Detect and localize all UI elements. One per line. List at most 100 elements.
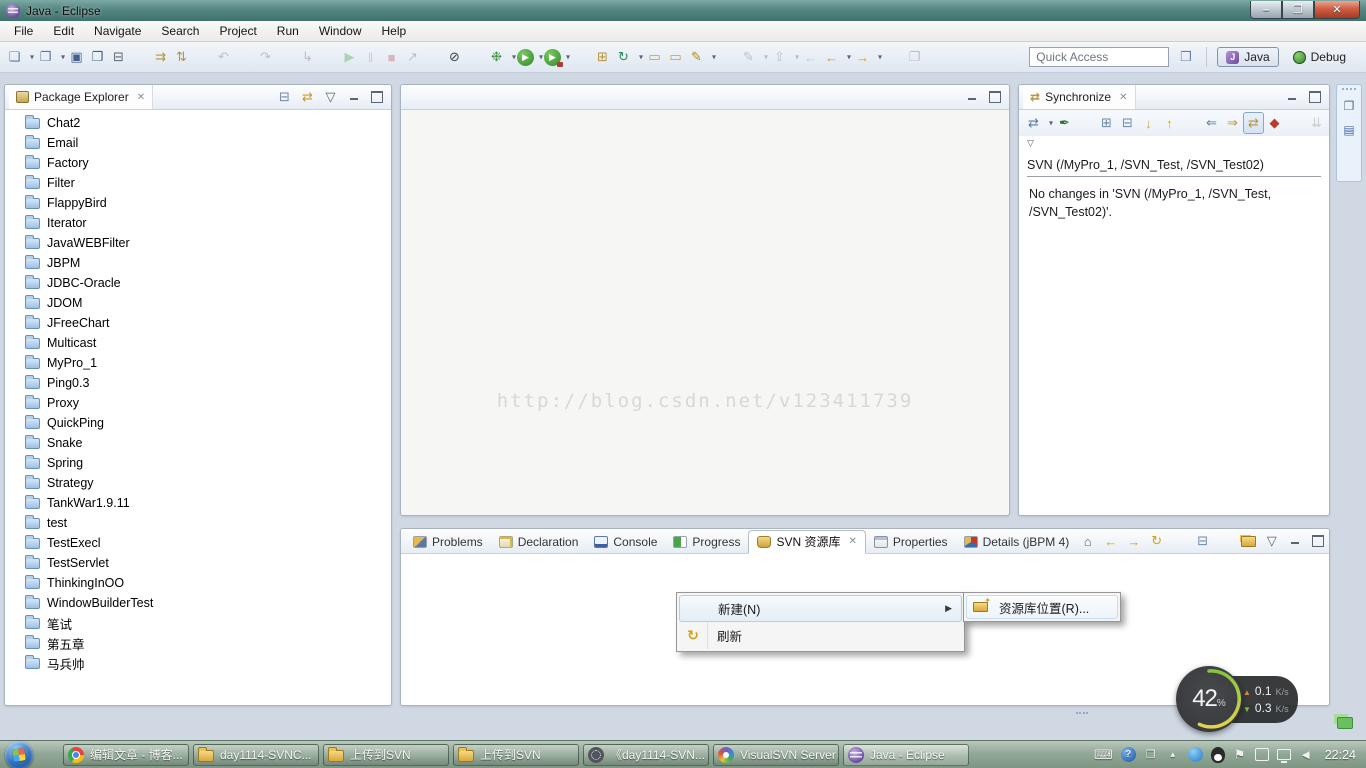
toolbar-icon[interactable] xyxy=(318,46,339,68)
toolbar-icon[interactable] xyxy=(129,46,150,68)
toolbar-icon[interactable]: ▭ xyxy=(665,46,686,68)
sync-toolbar-icon[interactable]: ✒ xyxy=(1054,112,1075,134)
menu-item[interactable]: Run xyxy=(267,22,309,40)
toolbar-icon[interactable]: ⊞ xyxy=(592,46,613,68)
menu-item[interactable]: Navigate xyxy=(84,22,151,40)
bottom-tab[interactable]: Details (jBPM 4)✕ xyxy=(956,530,1078,554)
toolbar-icon[interactable] xyxy=(423,46,444,68)
project-item[interactable]: JDBC-Oracle xyxy=(5,273,391,293)
toolbar-icon[interactable]: ← xyxy=(821,46,842,68)
project-item[interactable]: Proxy xyxy=(5,393,391,413)
project-item[interactable]: QuickPing xyxy=(5,413,391,433)
project-item[interactable]: TestExecl xyxy=(5,533,391,553)
toolbar-icon[interactable]: ■ xyxy=(381,46,402,68)
taskbar-button[interactable]: Java - Eclipse xyxy=(843,743,969,766)
project-item[interactable]: Factory xyxy=(5,153,391,173)
bottom-toolbar-icon[interactable]: → xyxy=(1123,530,1144,552)
toolbar-icon[interactable]: ▶ xyxy=(544,48,563,67)
sync-toolbar-icon[interactable]: ⊟ xyxy=(1117,112,1138,134)
toolbar-icon[interactable]: ↻ xyxy=(613,46,634,68)
toolbar-icon[interactable]: ❐ xyxy=(35,46,56,68)
quick-access-input[interactable] xyxy=(1029,47,1170,67)
project-item[interactable]: Snake xyxy=(5,433,391,453)
menu-item[interactable]: Project xyxy=(209,22,266,40)
bottom-tab[interactable]: Console✕ xyxy=(586,530,665,554)
toolbar-icon[interactable]: ↷ xyxy=(255,46,276,68)
editor-control-icon[interactable] xyxy=(984,86,1005,108)
project-item[interactable]: ThinkingInOO xyxy=(5,573,391,593)
view-toolbar-icon[interactable] xyxy=(366,86,387,108)
toolbar-icon[interactable]: ↗ xyxy=(402,46,423,68)
toolbar-icon[interactable]: ▶ xyxy=(517,48,534,66)
project-item[interactable]: TankWar1.9.11 xyxy=(5,493,391,513)
sync-toolbar-icon[interactable]: ↓ xyxy=(1138,112,1159,134)
toolbar-icon[interactable]: ❐ xyxy=(904,46,925,68)
toolbar-icon[interactable]: ⇉ xyxy=(150,46,171,68)
tray-icon[interactable]: ? xyxy=(1120,747,1136,762)
project-item[interactable]: test xyxy=(5,513,391,533)
view-toolbar-icon[interactable]: ▽ xyxy=(320,86,341,108)
bottom-tab[interactable]: Declaration✕ xyxy=(491,530,587,554)
menu-item[interactable]: Edit xyxy=(43,22,84,40)
taskbar-button[interactable]: 《day1114-SVN... xyxy=(583,743,709,766)
tray-icon[interactable]: ⌨ xyxy=(1094,746,1113,764)
open-perspective-icon[interactable]: ❒ xyxy=(1175,46,1196,68)
toolbar-icon[interactable]: ▣ xyxy=(66,46,87,68)
toolbar-icon[interactable]: ⊟ xyxy=(108,46,129,68)
sync-toolbar-icon[interactable]: ⇐ xyxy=(1201,112,1222,134)
tab-package-explorer[interactable]: Package Explorer ✕ xyxy=(9,85,154,109)
tray-icon[interactable] xyxy=(1254,748,1269,761)
tray-icon[interactable]: ◄ xyxy=(1299,746,1313,764)
project-item[interactable]: JBPM xyxy=(5,253,391,273)
toolbar-icon[interactable] xyxy=(276,46,297,68)
bottom-toolbar-icon[interactable] xyxy=(1215,530,1236,552)
tray-icon[interactable] xyxy=(1210,746,1225,763)
toolbar-icon[interactable]: ▶ xyxy=(339,46,360,68)
bottom-tab[interactable]: Properties✕ xyxy=(866,530,956,554)
toolbar-icon[interactable] xyxy=(234,46,255,68)
tray-icon[interactable] xyxy=(1276,749,1291,763)
toolbar-icon[interactable]: ✎ xyxy=(686,46,707,68)
memory-usage-gauge[interactable]: 42% xyxy=(1176,666,1242,732)
minimized-view-icon[interactable]: ▤ xyxy=(1339,120,1359,140)
toolbar-icon[interactable]: ← xyxy=(800,46,821,68)
toolbar-icon[interactable]: ❏ xyxy=(4,46,25,68)
bottom-toolbar-icon[interactable]: ↻ xyxy=(1146,530,1167,552)
toolbar-icon[interactable]: ▭ xyxy=(644,46,665,68)
project-item[interactable]: 第五章 xyxy=(5,633,391,653)
bottom-tab[interactable]: Problems✕ xyxy=(405,530,491,554)
start-button[interactable] xyxy=(5,740,33,768)
bottom-toolbar-icon[interactable] xyxy=(1284,530,1305,552)
sync-toolbar-icon[interactable] xyxy=(1285,112,1306,134)
toolbar-icon[interactable]: ↳ xyxy=(297,46,318,68)
project-item[interactable]: JFreeChart xyxy=(5,313,391,333)
bottom-toolbar-icon[interactable]: ⊟ xyxy=(1192,530,1213,552)
project-item[interactable]: Multicast xyxy=(5,333,391,353)
project-item[interactable]: Filter xyxy=(5,173,391,193)
window-control-button[interactable]: – xyxy=(1250,1,1282,19)
sync-toolbar-icon[interactable]: ⇊ xyxy=(1306,112,1327,134)
bottom-toolbar-icon[interactable] xyxy=(1169,530,1190,552)
bottom-toolbar-icon[interactable] xyxy=(1307,530,1328,552)
project-item[interactable]: Email xyxy=(5,133,391,153)
toolbar-icon[interactable]: ⊘ xyxy=(444,46,465,68)
tray-icon[interactable]: ▴ xyxy=(1166,746,1180,764)
tab-synchronize[interactable]: Synchronize ✕ xyxy=(1023,85,1136,109)
menu-item[interactable]: Search xyxy=(151,22,209,40)
sync-toolbar-icon[interactable]: ↑ xyxy=(1159,112,1180,134)
sync-toolbar-icon[interactable]: ⇒ xyxy=(1222,112,1243,134)
view-toolbar-icon[interactable]: ⇄ xyxy=(297,86,318,108)
toolbar-icon[interactable] xyxy=(465,46,486,68)
project-item[interactable]: JDOM xyxy=(5,293,391,313)
toolbar-icon[interactable] xyxy=(883,46,904,68)
project-item[interactable]: FlappyBird xyxy=(5,193,391,213)
minimized-view-icon[interactable]: ❐ xyxy=(1339,96,1359,116)
project-item[interactable]: 笔试 xyxy=(5,613,391,633)
sync-toolbar-icon[interactable] xyxy=(1075,112,1096,134)
toolbar-icon[interactable] xyxy=(717,46,738,68)
view-menu-icon[interactable]: ▽ xyxy=(1019,136,1329,151)
project-item[interactable]: Spring xyxy=(5,453,391,473)
bottom-toolbar-icon[interactable] xyxy=(1238,530,1259,552)
sync-toolbar-icon[interactable]: ◆ xyxy=(1264,112,1285,134)
toolbar-icon[interactable]: ↶ xyxy=(213,46,234,68)
